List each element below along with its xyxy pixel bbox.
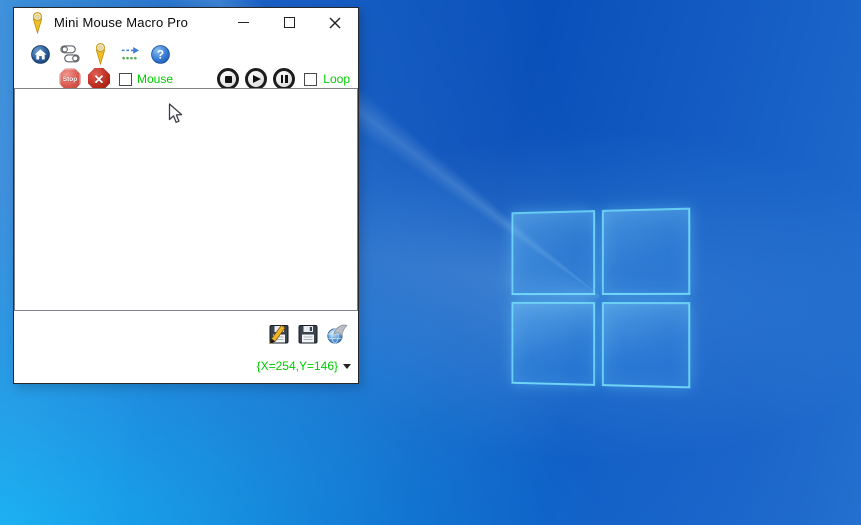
home-icon xyxy=(31,45,50,64)
close-icon xyxy=(329,17,341,29)
loop-checkbox-label: Loop xyxy=(323,72,350,86)
minimize-button[interactable] xyxy=(220,8,266,37)
clear-x-glyph: ✕ xyxy=(94,73,105,86)
pause-button[interactable] xyxy=(273,68,295,90)
save-button[interactable] xyxy=(296,322,320,346)
chevron-down-icon xyxy=(343,364,351,369)
windows-logo xyxy=(506,210,691,386)
caption-buttons xyxy=(220,8,358,37)
titlebar[interactable]: Mini Mouse Macro Pro xyxy=(14,8,358,37)
clear-button[interactable]: ✕ xyxy=(88,68,110,90)
mouse-cursor xyxy=(168,103,183,125)
insert-action-arrow-icon xyxy=(120,45,140,63)
edit-save-icon xyxy=(267,322,291,346)
toolbar: ? xyxy=(30,42,358,66)
save-icon xyxy=(296,322,320,346)
app-pin-icon xyxy=(30,12,45,34)
loop-checkbox[interactable] xyxy=(304,73,317,86)
record-button[interactable] xyxy=(30,68,52,90)
insert-action-button[interactable] xyxy=(120,42,140,66)
stop-sign-label: Stop xyxy=(63,76,77,83)
help-icon: ? xyxy=(151,45,170,64)
windows-logo-pane xyxy=(511,210,595,295)
coordinates-text: {X=254,Y=146} xyxy=(257,359,338,373)
mini-mouse-macro-window: Mini Mouse Macro Pro xyxy=(13,7,359,384)
edit-save-button[interactable] xyxy=(267,322,291,346)
windows-logo-pane xyxy=(602,208,690,295)
svg-text:?: ? xyxy=(156,47,163,61)
macro-toggles-icon xyxy=(60,44,80,64)
stop-sign-icon: Stop xyxy=(59,68,81,90)
clear-x-icon: ✕ xyxy=(88,68,110,90)
stop-playback-button[interactable] xyxy=(217,68,239,90)
stop-playback-icon xyxy=(225,76,232,83)
mouse-checkbox-label: Mouse xyxy=(137,72,173,86)
pin-icon xyxy=(93,43,108,65)
web-upload-icon xyxy=(325,322,349,346)
windows-logo-pane xyxy=(511,301,595,386)
windows-logo-pane xyxy=(602,302,690,389)
coordinates-dropdown[interactable]: {X=254,Y=146} xyxy=(257,359,351,373)
minimize-icon xyxy=(238,22,249,23)
home-button[interactable] xyxy=(30,42,50,66)
web-upload-button[interactable] xyxy=(325,322,349,346)
window-title: Mini Mouse Macro Pro xyxy=(54,15,188,30)
playback-group: Loop xyxy=(217,68,350,90)
desktop-wallpaper: Mini Mouse Macro Pro xyxy=(0,0,861,525)
pin-button[interactable] xyxy=(90,42,110,66)
play-button[interactable] xyxy=(245,68,267,90)
maximize-icon xyxy=(284,17,295,28)
play-icon xyxy=(253,75,261,83)
macro-event-list[interactable] xyxy=(14,88,358,311)
stop-record-button[interactable]: Stop xyxy=(59,68,81,90)
footer-icons xyxy=(267,322,349,346)
maximize-button[interactable] xyxy=(266,8,312,37)
mouse-checkbox[interactable] xyxy=(119,73,132,86)
close-button[interactable] xyxy=(312,8,358,37)
pause-icon xyxy=(281,75,288,83)
macro-toggles-button[interactable] xyxy=(60,42,80,66)
help-button[interactable]: ? xyxy=(150,42,170,66)
